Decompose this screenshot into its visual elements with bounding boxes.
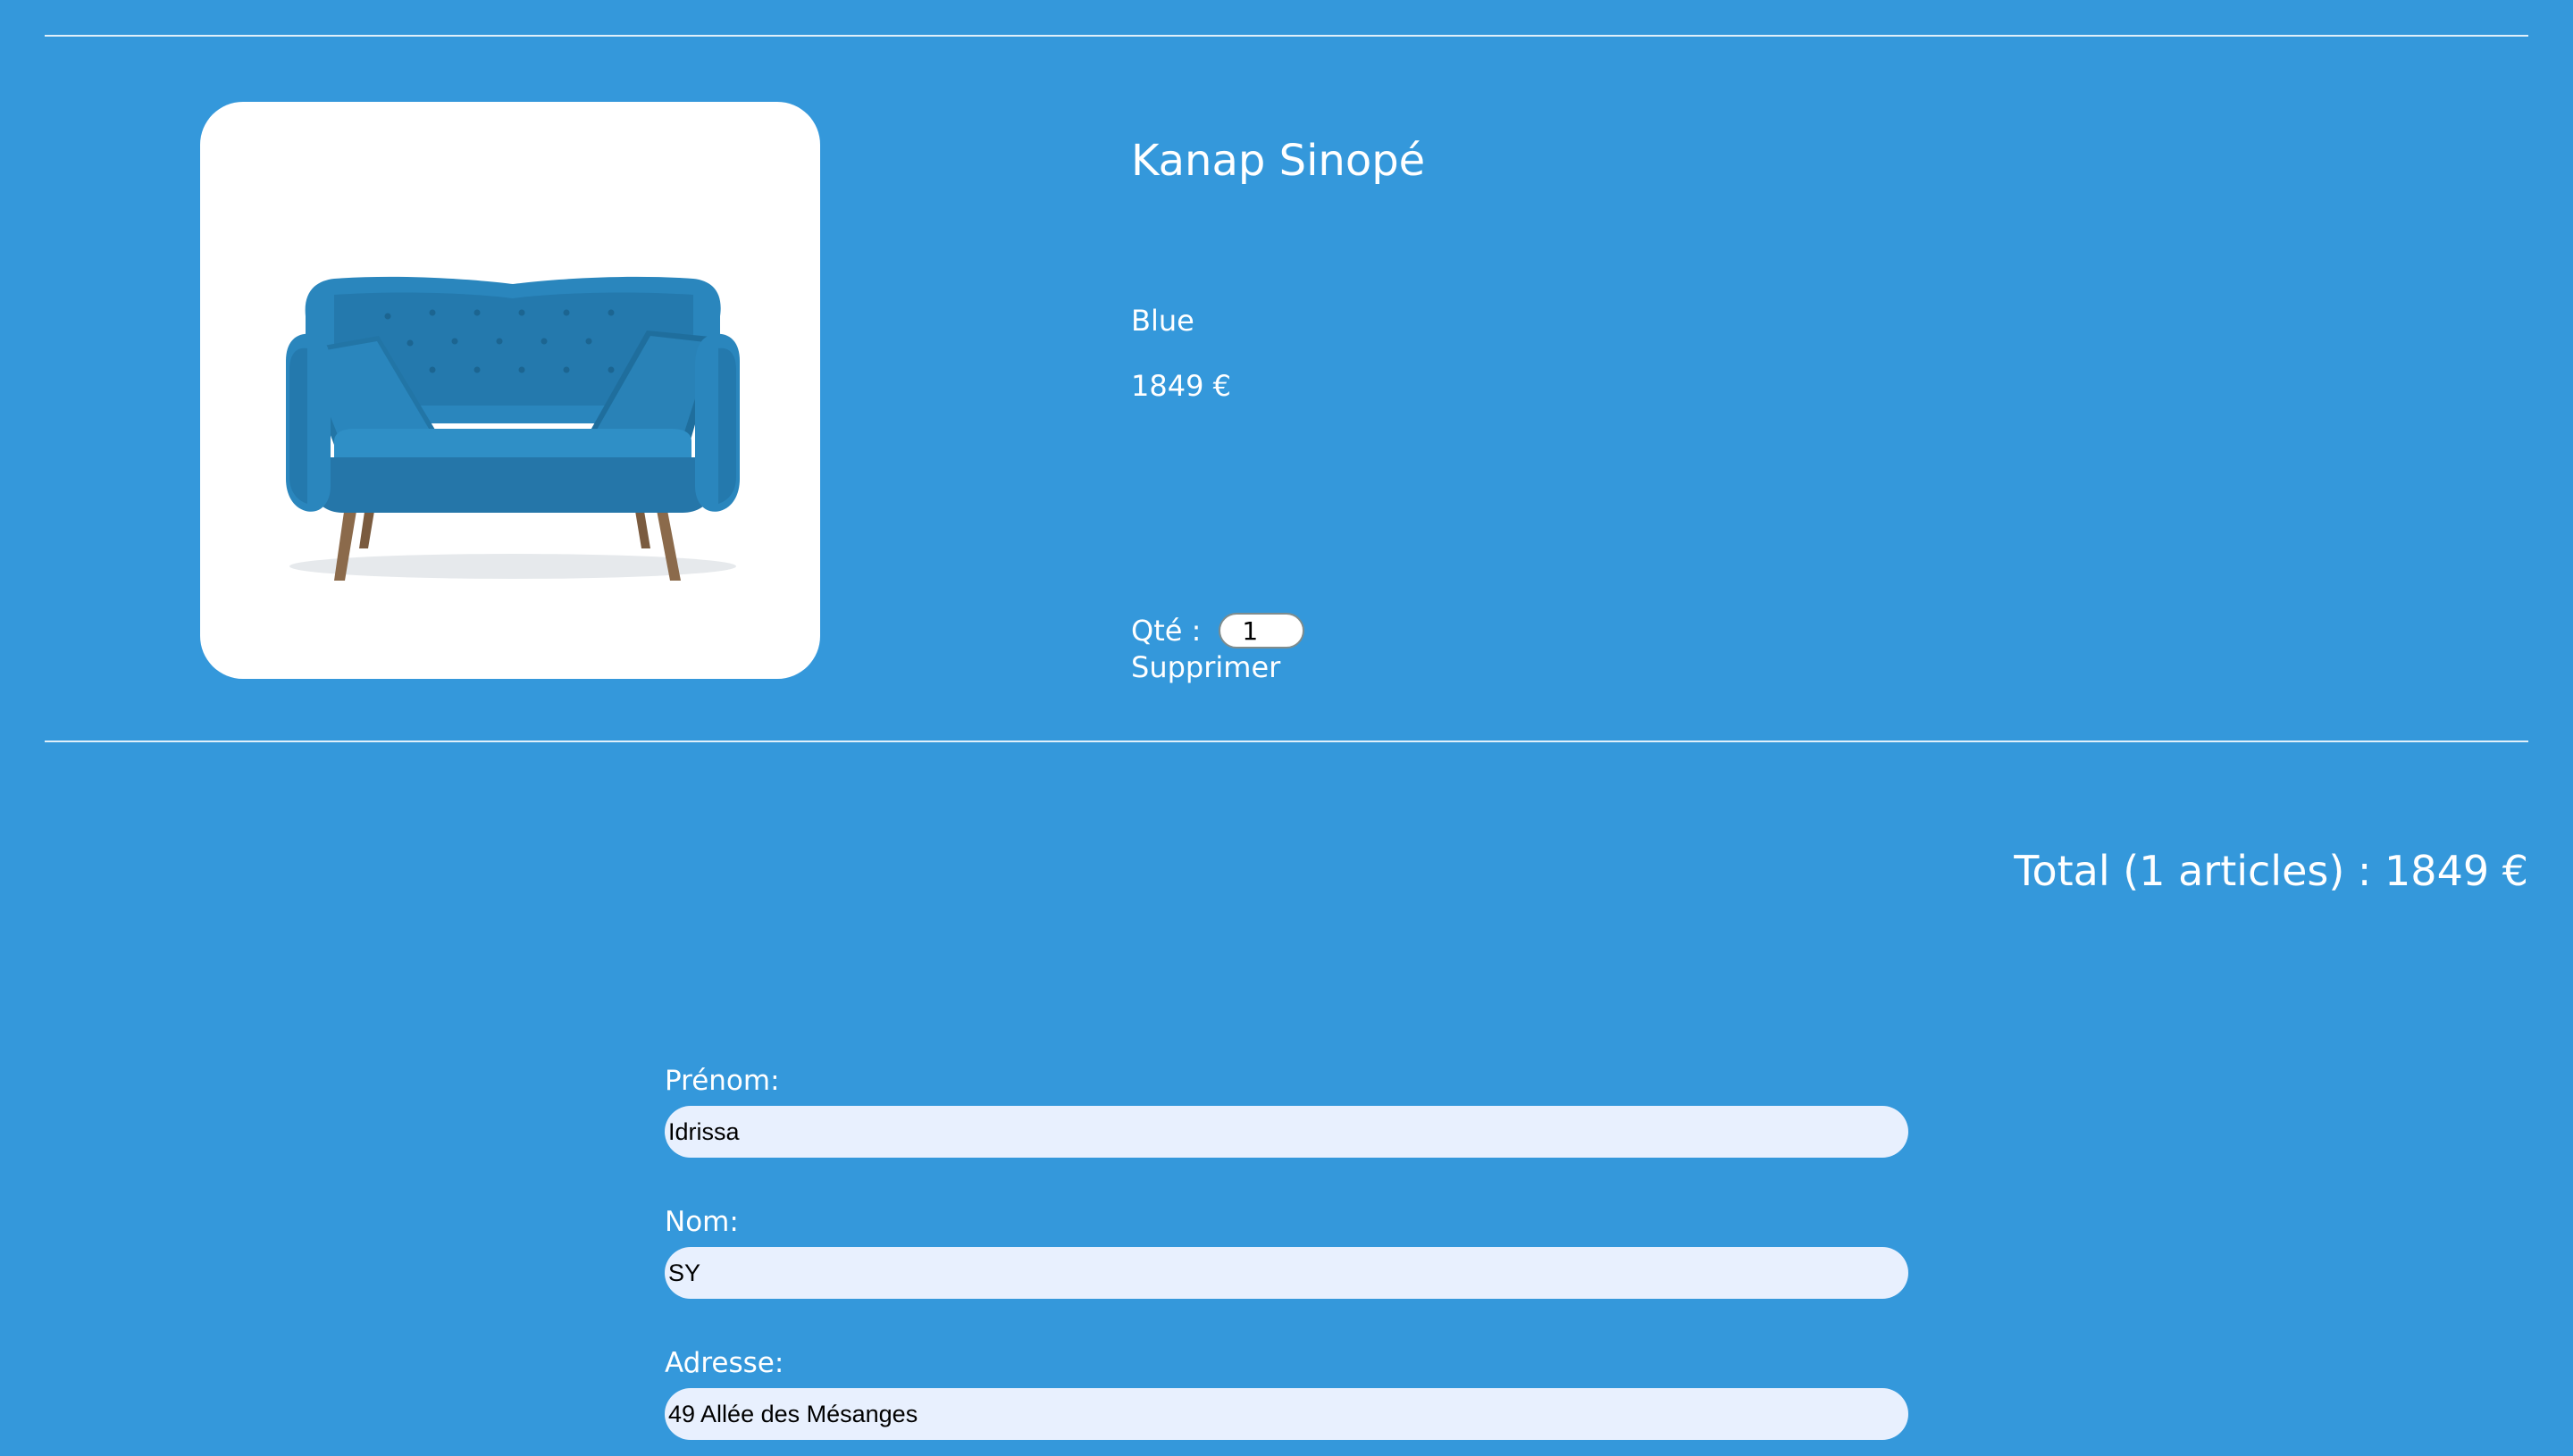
first-name-label: Prénom:	[665, 1065, 780, 1097]
last-name-label: Nom:	[665, 1206, 739, 1238]
last-name-group: Nom:	[665, 1206, 1908, 1299]
first-name-field[interactable]	[665, 1106, 1908, 1158]
quantity-setting: Qté :	[1131, 611, 1305, 650]
quantity-input[interactable]	[1219, 613, 1305, 649]
quantity-label: Qté :	[1131, 614, 1202, 648]
last-name-field[interactable]	[665, 1247, 1908, 1299]
sofa-image	[286, 276, 740, 581]
address-field[interactable]	[665, 1388, 1908, 1440]
product-color: Blue	[1131, 304, 1194, 338]
product-price: 1849 €	[1131, 369, 1231, 403]
cart-page: Kanap Sinopé Blue 1849 € Qté : Supprimer…	[0, 0, 2573, 1456]
address-group: Adresse:	[665, 1347, 1908, 1440]
first-name-group: Prénom:	[665, 1065, 1908, 1158]
product-image	[200, 102, 820, 679]
product-name: Kanap Sinopé	[1131, 136, 1426, 186]
address-label: Adresse:	[665, 1347, 784, 1379]
delete-item-button[interactable]: Supprimer	[1131, 650, 1280, 684]
cart-total: Total (1 articles) : 1849 €	[2014, 847, 2528, 895]
section-divider	[45, 741, 2528, 742]
top-divider	[45, 35, 2528, 37]
